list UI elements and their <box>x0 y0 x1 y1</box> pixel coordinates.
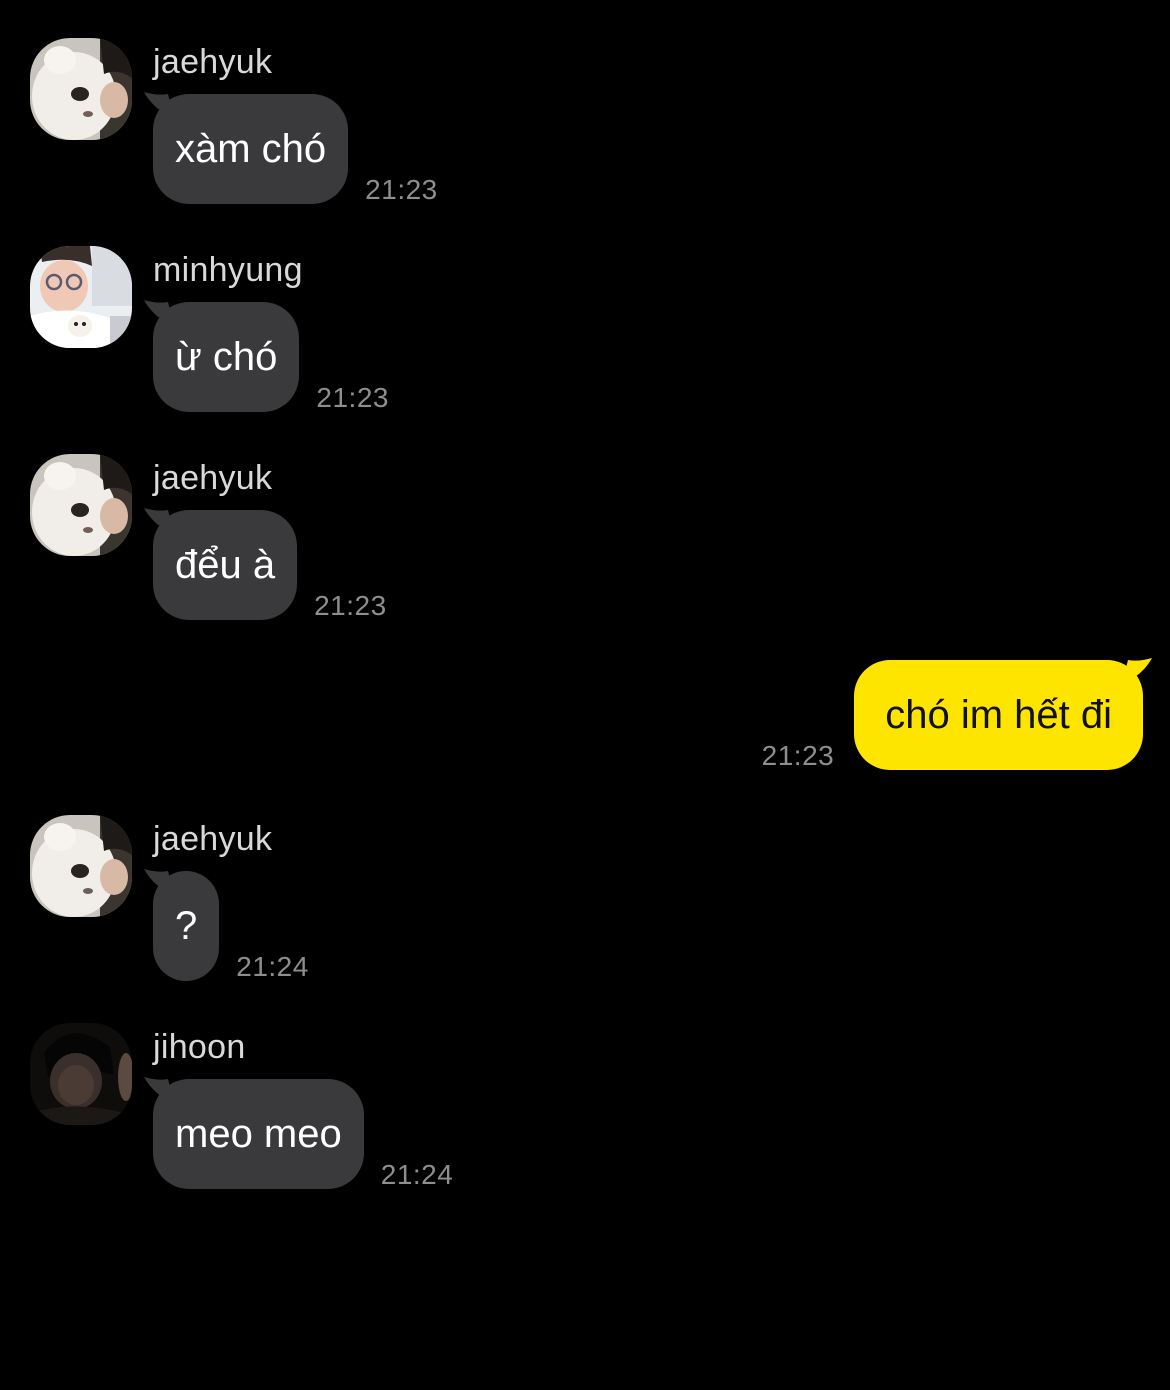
bubble-wrap: xàm chó 21:23 <box>144 92 438 205</box>
cat-photo-avatar-icon <box>30 38 132 140</box>
message-bubble[interactable]: xàm chó <box>144 92 349 204</box>
message-bubble[interactable]: meo meo <box>144 1077 364 1189</box>
dark-portrait-avatar-icon <box>30 1023 132 1125</box>
bubble-tail-icon <box>1122 658 1152 684</box>
bubble-tail-icon <box>144 508 174 534</box>
sender-name: jihoon <box>153 1028 246 1066</box>
message-timestamp: 21:24 <box>236 951 309 982</box>
avatar[interactable] <box>30 38 132 140</box>
chat-message-list[interactable]: jaehyuk xàm chó 21:23 minhyung ừ chó 21:… <box>0 0 1170 1390</box>
bubble-wrap: đểu à 21:23 <box>144 508 387 621</box>
person-with-glasses-avatar-icon <box>30 246 132 348</box>
message-bubble[interactable]: ừ chó <box>144 300 300 412</box>
message-text: meo meo <box>175 1112 342 1156</box>
bubble-wrap: chó im hết đi 21:23 <box>761 658 1152 771</box>
message-text: xàm chó <box>175 127 327 171</box>
message-text: đểu à <box>175 543 276 587</box>
message-text: chó im hết đi <box>885 693 1112 737</box>
sender-name: jaehyuk <box>153 43 273 81</box>
bubble-tail-icon <box>144 300 174 326</box>
message-timestamp: 21:23 <box>365 174 438 205</box>
cat-photo-avatar-icon <box>30 454 132 556</box>
sender-name: minhyung <box>153 251 303 289</box>
message-text: ? <box>175 904 198 948</box>
avatar[interactable] <box>30 454 132 556</box>
message-text: ừ chó <box>175 335 278 379</box>
sender-name: jaehyuk <box>153 459 273 497</box>
message-timestamp: 21:23 <box>316 382 389 413</box>
avatar[interactable] <box>30 246 132 348</box>
message-timestamp: 21:24 <box>380 1159 454 1190</box>
avatar[interactable] <box>30 1023 132 1125</box>
bubble-tail-icon <box>144 92 174 118</box>
bubble-wrap: ừ chó 21:23 <box>144 300 389 413</box>
bubble-tail-icon <box>144 869 174 895</box>
cat-photo-avatar-icon <box>30 815 132 917</box>
bubble-tail-icon <box>144 1077 174 1103</box>
message-timestamp: 21:23 <box>761 740 835 771</box>
avatar[interactable] <box>30 815 132 917</box>
sender-name: jaehyuk <box>153 820 273 858</box>
bubble-wrap: ? 21:24 <box>144 869 309 982</box>
message-bubble[interactable]: đểu à <box>144 508 298 620</box>
message-timestamp: 21:23 <box>314 590 387 621</box>
message-bubble-outgoing[interactable]: chó im hết đi <box>854 658 1152 770</box>
message-bubble[interactable]: ? <box>144 869 220 981</box>
bubble-wrap: meo meo 21:24 <box>144 1077 454 1190</box>
